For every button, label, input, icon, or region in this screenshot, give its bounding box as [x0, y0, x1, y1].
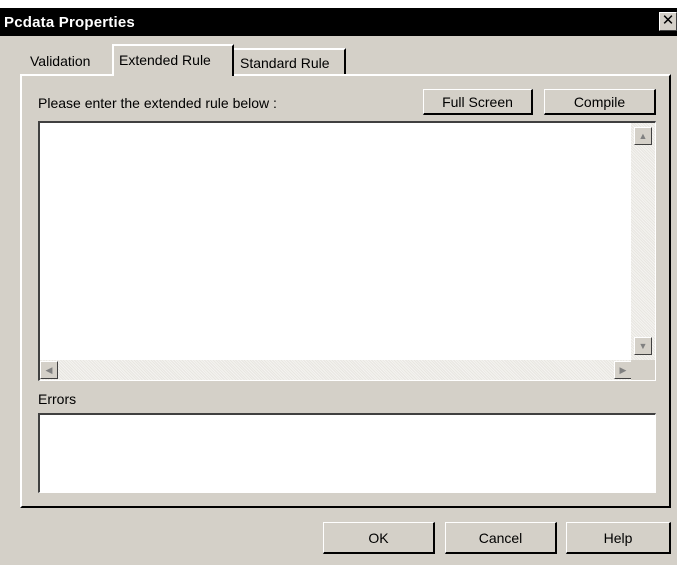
scrollbar-corner — [631, 360, 655, 380]
title-bar[interactable]: Pcdata Properties ✕ — [0, 8, 677, 36]
errors-label: Errors — [38, 391, 77, 407]
arrow-down-icon: ▼ — [638, 341, 648, 351]
arrow-up-icon: ▲ — [638, 131, 648, 141]
tab-validation-label: Validation — [30, 53, 91, 69]
tab-extended-rule[interactable]: Extended Rule — [112, 44, 234, 76]
scroll-left-button[interactable]: ◀ — [40, 361, 58, 379]
tab-standard-rule-label: Standard Rule — [240, 55, 330, 71]
close-button[interactable]: ✕ — [659, 12, 677, 31]
cancel-button[interactable]: Cancel — [445, 522, 557, 554]
compile-button[interactable]: Compile — [544, 89, 656, 115]
scroll-up-button[interactable]: ▲ — [634, 127, 652, 145]
arrow-right-icon: ▶ — [619, 365, 627, 375]
help-button[interactable]: Help — [566, 522, 671, 554]
arrow-left-icon: ◀ — [45, 365, 53, 375]
extended-rule-editor[interactable]: ▲ ▼ ◀ ▶ — [38, 121, 656, 381]
errors-output[interactable] — [38, 413, 656, 493]
vertical-scrollbar[interactable]: ▲ ▼ — [631, 123, 655, 361]
tab-extended-rule-label: Extended Rule — [119, 52, 211, 68]
full-screen-button[interactable]: Full Screen — [423, 89, 533, 115]
window-title: Pcdata Properties — [4, 14, 135, 31]
rule-prompt-label: Please enter the extended rule below : — [38, 95, 277, 111]
close-icon: ✕ — [661, 12, 675, 29]
tab-standard-rule[interactable]: Standard Rule — [234, 48, 346, 74]
scroll-down-button[interactable]: ▼ — [634, 337, 652, 355]
horizontal-scrollbar[interactable]: ◀ ▶ — [40, 360, 632, 380]
screen-edge — [0, 0, 677, 8]
tab-validation[interactable]: Validation — [28, 48, 108, 74]
scroll-right-button[interactable]: ▶ — [614, 361, 632, 379]
ok-button[interactable]: OK — [323, 522, 435, 554]
